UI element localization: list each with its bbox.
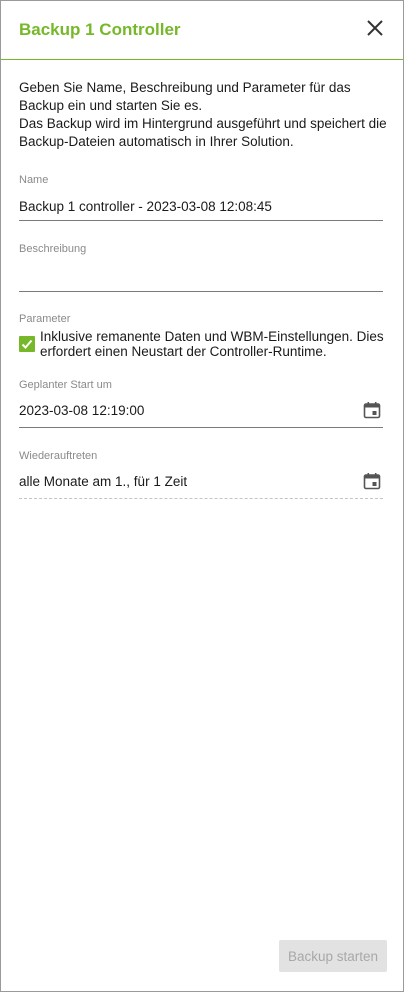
intro-line-1: Geben Sie Name, Beschreibung und Paramet…	[19, 80, 351, 113]
start-label: Geplanter Start um	[19, 379, 112, 391]
parameters-label: Parameter	[19, 313, 71, 325]
description-field-wrapper	[19, 265, 383, 292]
name-label: Name	[19, 174, 49, 186]
retain-data-checkbox[interactable]	[19, 336, 35, 352]
description-field[interactable]	[19, 265, 349, 287]
name-field[interactable]	[19, 195, 349, 217]
backup-dialog: Backup 1 Controller Geben Sie Name, Besc…	[0, 0, 404, 992]
calendar-icon[interactable]	[363, 472, 381, 490]
dialog-header: Backup 1 Controller	[1, 1, 403, 60]
retain-data-checkbox-label[interactable]: Inklusive remanente Daten und WBM-Einste…	[40, 329, 385, 359]
recurrence-field-wrapper	[19, 470, 383, 499]
recurrence-field[interactable]	[19, 470, 349, 492]
intro-line-2: Das Backup wird im Hintergrund ausgeführ…	[19, 116, 387, 149]
description-label: Beschreibung	[19, 243, 87, 255]
intro-text: Geben Sie Name, Beschreibung und Paramet…	[19, 79, 387, 151]
recurrence-label: Wiederauftreten	[19, 450, 98, 462]
name-field-wrapper	[19, 195, 383, 221]
start-datetime-field[interactable]	[19, 399, 349, 421]
checkmark-icon	[21, 339, 33, 349]
start-backup-button[interactable]: Backup starten	[279, 940, 387, 972]
close-icon[interactable]	[365, 18, 385, 38]
start-field-wrapper	[19, 399, 383, 428]
dialog-title: Backup 1 Controller	[19, 20, 181, 39]
calendar-icon[interactable]	[363, 401, 381, 419]
